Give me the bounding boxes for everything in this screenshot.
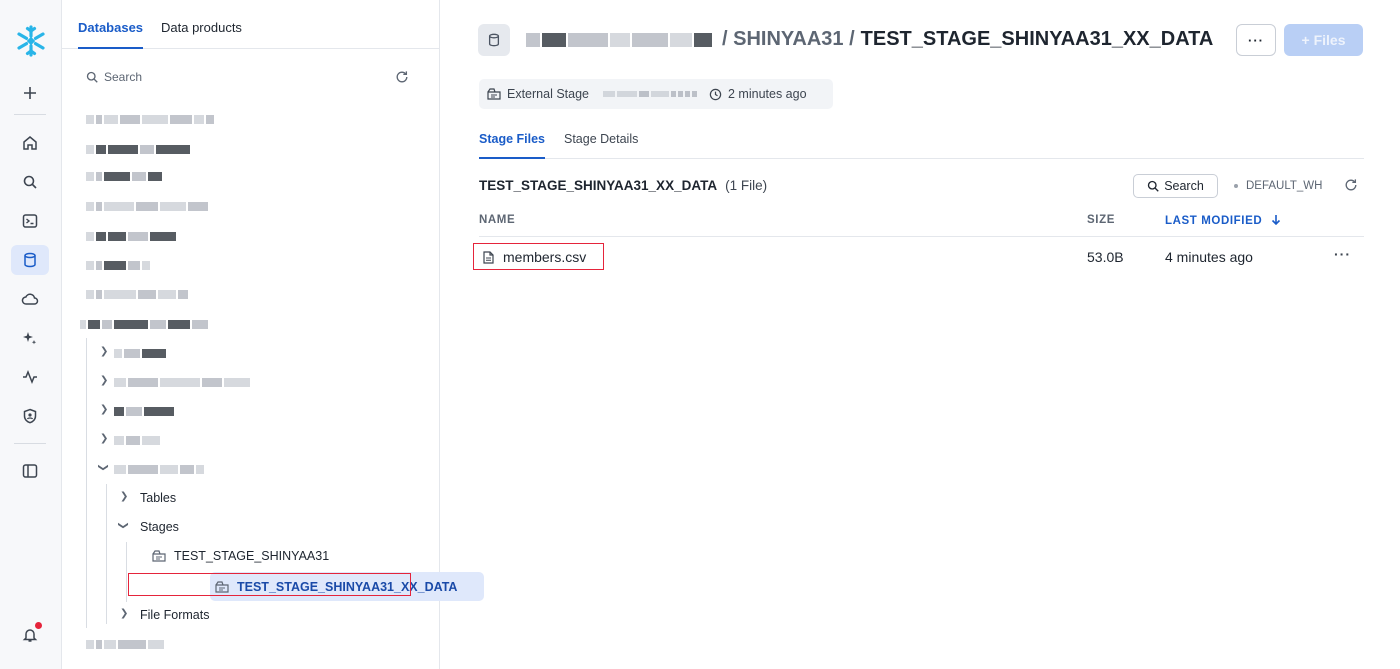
redacted-schema[interactable] [114,407,176,416]
object-explorer: Databases Data products Search ❯ ❯ ❯ ❯ ❯… [62,0,484,669]
page-title: TEST_STAGE_SHINYAA31_XX_DATA [860,28,1214,50]
chevron-right-icon[interactable]: ❯ [120,608,128,619]
column-header-name[interactable]: NAME [479,214,515,226]
rail-divider [14,443,46,444]
explorer-search-placeholder: Search [104,70,143,84]
search-icon [86,71,98,83]
tree-guide-line [106,484,107,624]
database-icon [478,24,510,56]
file-count: (1 File) [725,178,768,193]
sparkle-icon[interactable] [11,323,49,353]
chevron-down-icon[interactable]: ❯ [98,463,109,471]
search-icon [1148,180,1159,192]
redacted-schema[interactable] [114,436,162,445]
warehouse-status-dot [1234,184,1238,188]
files-search-label: Search [1164,179,1204,193]
bell-icon[interactable] [11,620,49,650]
redacted-database[interactable] [86,202,210,211]
chevron-right-icon[interactable]: ❯ [100,375,108,386]
stage-detail-panel: / SHINYAA31 / TEST_STAGE_SHINYAA31_XX_DA… [440,0,1400,669]
tree-node-file-formats[interactable]: File Formats [140,608,209,622]
redacted-database[interactable] [86,640,166,649]
row-more-icon[interactable]: ··· [1334,246,1351,262]
explorer-tabs: Databases Data products [62,0,440,49]
tab-stage-details[interactable]: Stage Details [564,132,638,159]
table-row[interactable]: members.csv 53.0B 4 minutes ago ··· [479,238,1364,275]
tree-guide-line [126,542,127,602]
tree-guide-line [86,338,87,628]
chevron-right-icon[interactable]: ❯ [100,404,108,415]
redacted-schema[interactable] [114,378,252,387]
redacted-owner [603,91,699,97]
warehouse-name: DEFAULT_WH [1246,180,1323,192]
stage-info-chip: External Stage 2 minutes ago [479,79,833,109]
panel-icon[interactable] [11,456,49,486]
notification-dot [35,622,42,629]
redacted-schema[interactable] [114,349,168,358]
tab-data-products[interactable]: Data products [161,20,242,49]
shield-icon[interactable] [11,401,49,431]
stage-tabs: Stage Files Stage Details [479,130,1364,159]
redacted-database[interactable] [86,115,216,124]
highlight-box [473,243,604,270]
stage-label: TEST_STAGE_SHINYAA31 [174,549,330,563]
files-stage-name: TEST_STAGE_SHINYAA31_XX_DATA [479,178,718,193]
arrow-down-icon [1271,215,1281,226]
redacted-database[interactable] [86,261,152,270]
rail-divider [14,114,46,115]
chevron-down-icon[interactable]: ❯ [118,521,129,529]
redacted-database[interactable] [86,145,192,154]
chevron-right-icon[interactable]: ❯ [100,346,108,357]
redacted-database[interactable] [86,232,178,241]
redacted-database-expanded[interactable] [80,320,210,329]
search-icon[interactable] [11,167,49,197]
home-icon[interactable] [11,128,49,158]
add-files-button[interactable]: + Files [1284,24,1363,56]
last-updated: 2 minutes ago [728,87,807,101]
column-header-last-modified[interactable]: LAST MODIFIED [1165,214,1281,227]
explorer-search[interactable]: Search [86,70,142,84]
files-table-header: NAME SIZE LAST MODIFIED [479,204,1364,237]
redacted-schema-expanded[interactable] [114,465,206,474]
redacted-database[interactable] [86,290,190,299]
breadcrumb-schema[interactable]: / SHINYAA31 / [722,28,855,51]
file-size: 53.0B [1087,249,1124,265]
column-header-size[interactable]: SIZE [1087,214,1115,226]
tab-stage-files[interactable]: Stage Files [479,132,545,159]
refresh-icon[interactable] [1344,178,1358,192]
cloud-icon[interactable] [11,284,49,314]
files-section-title: TEST_STAGE_SHINYAA31_XX_DATA (1 File) [479,178,767,193]
file-last-modified: 4 minutes ago [1165,249,1253,265]
tree-node-tables[interactable]: Tables [140,491,176,505]
stage-type: External Stage [507,87,589,101]
snowflake-logo[interactable] [14,24,48,58]
warehouse-selector[interactable]: DEFAULT_WH [1234,180,1322,192]
clock-icon [709,88,722,100]
column-header-last-modified-label: LAST MODIFIED [1165,215,1263,227]
more-actions-button[interactable]: ··· [1236,24,1276,56]
stage-icon [487,88,501,100]
database-icon[interactable] [11,245,49,275]
tree-node-stage[interactable]: TEST_STAGE_SHINYAA31 [152,549,329,563]
chevron-right-icon[interactable]: ❯ [100,433,108,444]
tab-databases[interactable]: Databases [78,20,144,49]
redacted-database-crumb[interactable] [526,32,714,47]
activity-icon[interactable] [11,362,49,392]
breadcrumb: / SHINYAA31 / TEST_STAGE_SHINYAA31_XX_DA… [526,28,1213,51]
chevron-right-icon[interactable]: ❯ [120,491,128,502]
highlight-box [128,573,411,596]
tree-node-stages[interactable]: Stages [140,520,179,534]
left-nav-rail [0,0,62,669]
redacted-database[interactable] [86,172,164,181]
stage-icon [152,550,166,562]
files-search-button[interactable]: Search [1133,174,1218,198]
plus-icon[interactable] [11,78,49,108]
worksheet-icon[interactable] [11,206,49,236]
refresh-icon[interactable] [395,70,409,84]
